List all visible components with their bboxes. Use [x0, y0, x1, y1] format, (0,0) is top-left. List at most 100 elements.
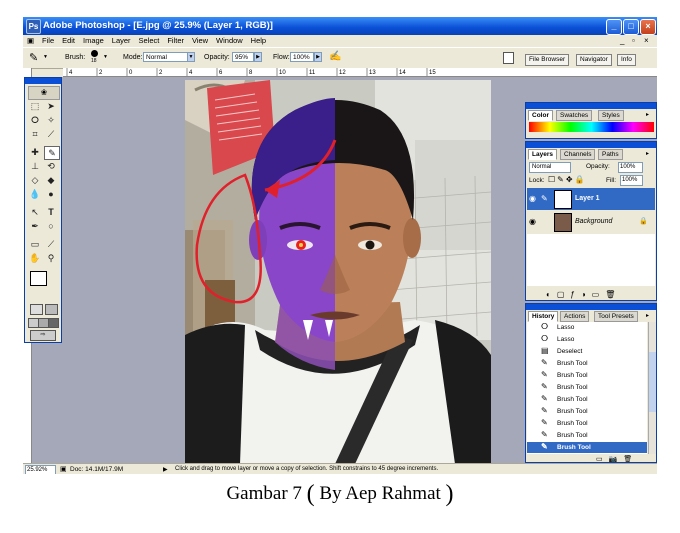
brush-link-icon[interactable]: ✎	[541, 194, 548, 203]
adobe-online-icon[interactable]: ❀	[28, 86, 60, 100]
menu-filter[interactable]: Filter	[164, 35, 187, 46]
zoom-field[interactable]: 25.92%	[25, 465, 56, 474]
type-tool-icon[interactable]: T	[44, 206, 58, 218]
lock-icons[interactable]: ☐✎✥🔒	[548, 175, 587, 184]
photoshop-window: Ps Adobe Photoshop - [E.jpg @ 25.9% (Lay…	[23, 17, 657, 474]
history-item[interactable]: ✎ Brush Tool	[527, 358, 647, 369]
doc-restore-button[interactable]: ▫	[632, 36, 635, 45]
palette-menu-icon[interactable]: ▸	[646, 111, 649, 118]
fill-field[interactable]: 100%	[620, 175, 643, 186]
history-item[interactable]: ✎ Brush Tool	[527, 394, 647, 405]
layer-row-layer-1[interactable]: ◉ ✎ Layer 1	[527, 188, 655, 210]
minimize-button[interactable]: _	[606, 19, 622, 35]
tab-color[interactable]: Color	[528, 110, 553, 121]
pen-tool-icon[interactable]: ✒	[28, 220, 42, 232]
menu-file[interactable]: File	[39, 35, 57, 46]
menu-select[interactable]: Select	[136, 35, 163, 46]
visibility-eye-icon[interactable]: ◉	[529, 217, 536, 226]
palette-well-icon[interactable]	[503, 52, 514, 64]
shape-tool-icon[interactable]: ○	[44, 220, 58, 232]
history-item[interactable]: ⵔ Lasso	[527, 322, 647, 333]
history-item[interactable]: ✎ Brush Tool	[527, 418, 647, 429]
brush-tool-preset-icon[interactable]: ✎	[29, 51, 38, 64]
flow-field[interactable]: 100%	[290, 52, 314, 62]
tab-history[interactable]: History	[528, 311, 559, 322]
history-item[interactable]: ▤ Deselect	[527, 346, 647, 357]
brush-tool-icon[interactable]: ✎	[44, 146, 60, 160]
path-selection-tool-icon[interactable]: ↖	[28, 206, 42, 218]
marquee-tool-icon[interactable]: ⬚	[28, 100, 42, 112]
lasso-tool-icon[interactable]: ⵔ	[28, 114, 42, 126]
paint-bucket-tool-icon[interactable]: ◆	[44, 174, 58, 186]
standard-mode-icon[interactable]	[30, 304, 43, 315]
layer-opacity-field[interactable]: 100%	[618, 162, 643, 173]
foreground-color-swatch[interactable]	[30, 271, 47, 286]
magic-wand-tool-icon[interactable]: ✧	[44, 114, 58, 126]
visibility-eye-icon[interactable]: ◉	[529, 194, 536, 203]
history-item[interactable]: ⵔ Lasso	[527, 334, 647, 345]
history-item[interactable]: ✎ Brush Tool	[527, 430, 647, 441]
zoom-tool-icon[interactable]: ⚲	[44, 252, 58, 264]
history-item[interactable]: ✎ Brush Tool	[527, 382, 647, 393]
tab-paths[interactable]: Paths	[598, 149, 623, 160]
palette-menu-icon[interactable]: ▸	[646, 312, 649, 319]
history-action-icons[interactable]: ▭📷🗑	[596, 455, 638, 462]
move-tool-icon[interactable]: ➤	[44, 100, 58, 112]
healing-brush-tool-icon[interactable]: ✚	[28, 146, 42, 158]
airbrush-icon[interactable]: ✍	[329, 51, 341, 62]
triangle-menu-icon[interactable]: ▶	[163, 466, 168, 473]
maximize-button[interactable]: □	[623, 19, 639, 35]
tab-swatches[interactable]: Swatches	[556, 110, 593, 121]
hand-tool-icon[interactable]: ✋	[28, 252, 42, 264]
photoshop-app-icon[interactable]: Ps	[26, 19, 41, 34]
menu-edit[interactable]: Edit	[59, 35, 78, 46]
tab-navigator[interactable]: Navigator	[576, 54, 612, 66]
jump-to-imageready-icon[interactable]: ⇨	[30, 330, 56, 341]
opacity-slider-arrow-icon[interactable]: ▶	[254, 52, 262, 62]
menu-layer[interactable]: Layer	[109, 35, 134, 46]
eyedropper-tool-icon[interactable]: ⟋	[44, 238, 58, 250]
doc-close-button[interactable]: ×	[644, 36, 649, 45]
slice-tool-icon[interactable]: ⟋	[44, 128, 58, 140]
layer-row-background[interactable]: ◉ Background 🔒	[527, 211, 655, 233]
dodge-tool-icon[interactable]: ●	[44, 188, 58, 200]
mode-dropdown-icon[interactable]: ▼	[187, 52, 195, 62]
doc-minimize-button[interactable]: _	[620, 36, 624, 45]
color-spectrum-bar[interactable]	[529, 122, 654, 132]
brush-picker-chevron-icon[interactable]: ▼	[103, 54, 108, 60]
document-canvas[interactable]	[185, 80, 491, 464]
tab-info[interactable]: Info	[617, 54, 636, 66]
flow-slider-arrow-icon[interactable]: ▶	[314, 52, 322, 62]
tab-file-browser[interactable]: File Browser	[525, 54, 570, 66]
tab-tool-presets[interactable]: Tool Presets	[594, 311, 638, 322]
history-item[interactable]: ✎ Brush Tool	[527, 406, 647, 417]
tab-layers[interactable]: Layers	[528, 149, 557, 160]
close-button[interactable]: ×	[640, 19, 656, 35]
screen-mode-full-icon[interactable]	[48, 318, 59, 328]
palette-menu-icon[interactable]: ▸	[646, 150, 649, 157]
tab-channels[interactable]: Channels	[560, 149, 596, 160]
blur-tool-icon[interactable]: 💧	[28, 188, 42, 200]
doc-icon[interactable]: ▣	[23, 35, 37, 46]
chevron-down-icon[interactable]: ▼	[43, 54, 48, 60]
tab-styles[interactable]: Styles	[598, 110, 624, 121]
menu-view[interactable]: View	[189, 35, 211, 46]
eraser-tool-icon[interactable]: ◇	[28, 174, 42, 186]
blend-mode-select[interactable]: Normal	[529, 162, 571, 173]
opacity-field[interactable]: 95%	[232, 52, 254, 62]
layer-action-icons[interactable]: ◐▢ƒ◑▭🗑	[546, 290, 621, 299]
menu-image[interactable]: Image	[80, 35, 107, 46]
crop-tool-icon[interactable]: ⌗	[28, 128, 42, 140]
history-brush-tool-icon[interactable]: ⟲	[44, 160, 58, 172]
opacity-label: Opacity:	[204, 54, 230, 61]
quick-mask-mode-icon[interactable]	[45, 304, 58, 315]
brush-preview-icon[interactable]	[91, 50, 98, 57]
history-item[interactable]: ✎ Brush Tool	[527, 370, 647, 381]
menu-window[interactable]: Window	[213, 35, 246, 46]
menu-help[interactable]: Help	[248, 35, 269, 46]
clone-stamp-tool-icon[interactable]: ⊥	[28, 160, 42, 172]
history-item[interactable]: ✎ Brush Tool	[527, 442, 647, 453]
history-scrollbar[interactable]	[648, 322, 656, 454]
tab-actions[interactable]: Actions	[560, 311, 590, 322]
notes-tool-icon[interactable]: ▭	[28, 238, 42, 250]
